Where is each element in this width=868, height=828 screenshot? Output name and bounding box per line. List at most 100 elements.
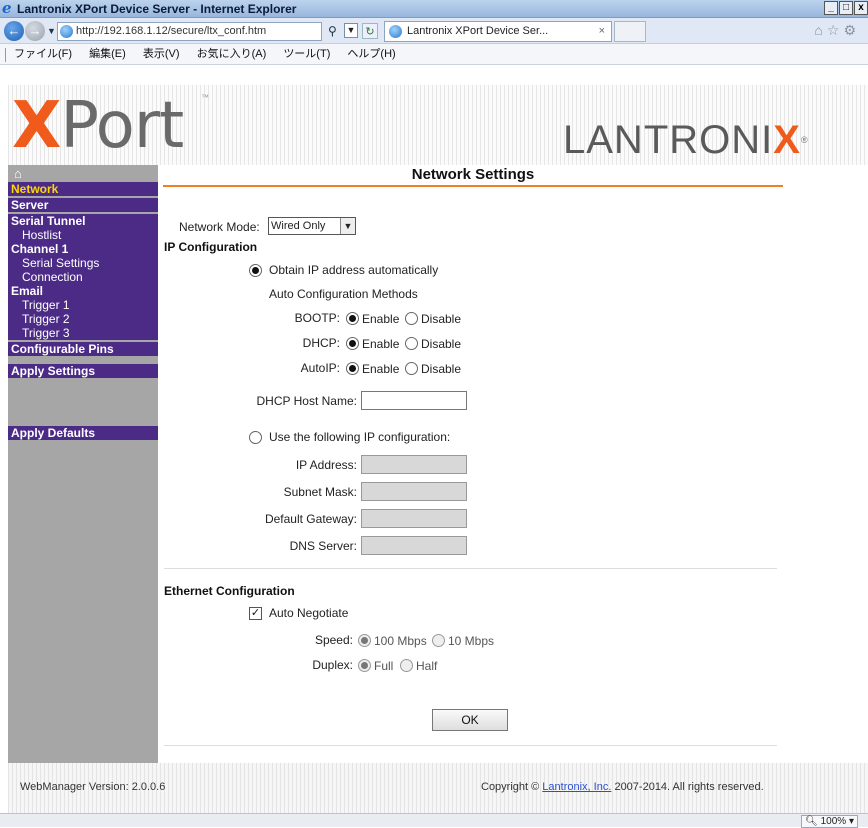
- sidebar-item-email[interactable]: Email: [8, 284, 158, 298]
- ethernet-configuration-heading: Ethernet Configuration: [164, 584, 295, 598]
- duplex-half-label: Half: [416, 659, 438, 673]
- page-footer: WebManager Version: 2.0.0.6 Copyright © …: [8, 763, 868, 813]
- sidebar-item-connection[interactable]: Connection: [8, 270, 158, 284]
- subnet-mask-label: Subnet Mask:: [283, 485, 357, 499]
- sidebar: ⌂ Network Server Serial Tunnel Hostlist …: [8, 165, 158, 763]
- dns-server-input[interactable]: [361, 536, 467, 555]
- window-titlebar: e Lantronix XPort Device Server - Intern…: [0, 0, 868, 18]
- network-mode-label: Network Mode:: [179, 220, 260, 234]
- autoip-disable-label: Disable: [421, 362, 462, 376]
- close-window-button[interactable]: x: [854, 1, 868, 15]
- history-dropdown-icon[interactable]: ▼: [47, 26, 56, 36]
- ip-address-label: IP Address:: [295, 458, 357, 472]
- dhcp-enable-radio[interactable]: [346, 337, 359, 350]
- autoip-enable-radio[interactable]: [346, 362, 359, 375]
- section-divider: [164, 568, 777, 569]
- autoip-label: AutoIP:: [300, 361, 340, 375]
- sidebar-item-server[interactable]: Server: [8, 198, 158, 212]
- sidebar-item-serial-settings[interactable]: Serial Settings: [8, 256, 158, 270]
- speed-label: Speed:: [314, 633, 353, 647]
- default-gateway-label: Default Gateway:: [264, 512, 357, 526]
- speed-100-label: 100 Mbps: [374, 634, 427, 648]
- dhcp-disable-label: Disable: [421, 337, 462, 351]
- favorites-star-icon[interactable]: ☆: [827, 22, 844, 38]
- dns-server-label: DNS Server:: [289, 539, 357, 553]
- speed-10-radio[interactable]: [432, 634, 445, 647]
- subnet-mask-input[interactable]: [361, 482, 467, 501]
- address-dropdown-icon[interactable]: ▼: [344, 23, 358, 38]
- use-following-ip-radio[interactable]: [249, 431, 262, 444]
- menu-favorites[interactable]: お気に入り(A): [197, 48, 267, 60]
- copyright-text: Copyright © Lantronix, Inc. 2007-2014. A…: [481, 781, 764, 793]
- browser-tab[interactable]: Lantronix XPort Device Ser... ×: [384, 21, 612, 42]
- new-tab-button[interactable]: [614, 21, 646, 42]
- ok-button[interactable]: OK: [432, 709, 508, 731]
- copyright-suffix: 2007-2014. All rights reserved.: [611, 781, 764, 793]
- menu-help[interactable]: ヘルプ(H): [347, 48, 395, 60]
- default-gateway-input[interactable]: [361, 509, 467, 528]
- zoom-icon: 🔍︎: [805, 816, 818, 827]
- obtain-ip-auto-radio[interactable]: [249, 264, 262, 277]
- home-icon[interactable]: ⌂: [8, 165, 158, 182]
- sidebar-item-trigger-3[interactable]: Trigger 3: [8, 326, 158, 340]
- speed-100-radio[interactable]: [358, 634, 371, 647]
- bootp-enable-radio[interactable]: [346, 312, 359, 325]
- bootp-label: BOOTP:: [294, 311, 340, 325]
- url-input[interactable]: http://192.168.1.12/secure/ltx_conf.htm: [57, 22, 322, 41]
- menu-tools[interactable]: ツール(T): [283, 48, 330, 60]
- xport-logo: XPort: [12, 89, 184, 163]
- sidebar-item-serial-tunnel[interactable]: Serial Tunnel: [8, 214, 158, 228]
- sidebar-item-configurable-pins[interactable]: Configurable Pins: [8, 342, 158, 356]
- webmanager-version: WebManager Version: 2.0.0.6: [20, 781, 166, 793]
- dhcp-disable-radio[interactable]: [405, 337, 418, 350]
- refresh-icon[interactable]: ↻: [362, 23, 378, 39]
- lantronix-link[interactable]: Lantronix, Inc.: [542, 781, 611, 793]
- home-icon[interactable]: ⌂: [814, 22, 826, 38]
- header-banner: XPort ™ LANTRONIX®: [8, 85, 868, 165]
- maximize-button[interactable]: □: [839, 1, 853, 15]
- lantronix-logo-text: LANTRONI: [563, 118, 774, 162]
- sidebar-item-trigger-1[interactable]: Trigger 1: [8, 298, 158, 312]
- network-mode-select[interactable]: Wired Only ▼: [268, 217, 356, 235]
- auto-negotiate-label: Auto Negotiate: [269, 606, 349, 620]
- back-arrow-icon[interactable]: ←: [4, 21, 24, 41]
- menu-file[interactable]: ファイル(F): [14, 48, 72, 60]
- status-bar: 🔍︎ 100% ▾: [0, 813, 868, 828]
- registered-mark: ®: [800, 135, 809, 145]
- zoom-control[interactable]: 🔍︎ 100% ▾: [801, 815, 858, 828]
- bootp-disable-radio[interactable]: [405, 312, 418, 325]
- duplex-full-label: Full: [374, 659, 394, 673]
- speed-10-label: 10 Mbps: [448, 634, 495, 648]
- minimize-button[interactable]: _: [824, 1, 838, 15]
- xport-logo-rest: Port: [60, 89, 184, 163]
- apply-defaults-button[interactable]: Apply Defaults: [8, 426, 158, 440]
- sidebar-item-trigger-2[interactable]: Trigger 2: [8, 312, 158, 326]
- bootp-enable-label: Enable: [362, 312, 400, 326]
- lantronix-logo: LANTRONIX®: [563, 118, 809, 162]
- sidebar-item-hostlist[interactable]: Hostlist: [8, 228, 158, 242]
- dhcp-label: DHCP:: [302, 336, 340, 350]
- duplex-full-radio[interactable]: [358, 659, 371, 672]
- copyright-prefix: Copyright ©: [481, 781, 543, 793]
- menu-view[interactable]: 表示(V): [143, 48, 180, 60]
- forward-arrow-icon[interactable]: →: [25, 21, 45, 41]
- autoip-disable-radio[interactable]: [405, 362, 418, 375]
- obtain-ip-auto-label: Obtain IP address automatically: [269, 263, 439, 277]
- page-title: Network Settings: [163, 165, 783, 187]
- duplex-half-radio[interactable]: [400, 659, 413, 672]
- sidebar-item-channel-1[interactable]: Channel 1: [8, 242, 158, 256]
- menu-edit[interactable]: 編集(E): [89, 48, 126, 60]
- sidebar-item-network[interactable]: Network: [8, 182, 158, 196]
- tab-close-icon[interactable]: ×: [599, 22, 605, 41]
- bootp-disable-label: Disable: [421, 312, 462, 326]
- apply-settings-button[interactable]: Apply Settings: [8, 364, 158, 378]
- window-title: Lantronix XPort Device Server - Internet…: [17, 2, 297, 16]
- trademark-mark: ™: [201, 93, 209, 102]
- auto-config-methods-label: Auto Configuration Methods: [269, 287, 418, 301]
- ip-address-input[interactable]: [361, 455, 467, 474]
- search-icon[interactable]: ⚲: [328, 24, 342, 38]
- section-divider: [164, 745, 777, 746]
- dhcp-host-name-input[interactable]: [361, 391, 467, 410]
- settings-gear-icon[interactable]: ⚙: [843, 22, 860, 38]
- auto-negotiate-checkbox[interactable]: ✓: [249, 607, 262, 620]
